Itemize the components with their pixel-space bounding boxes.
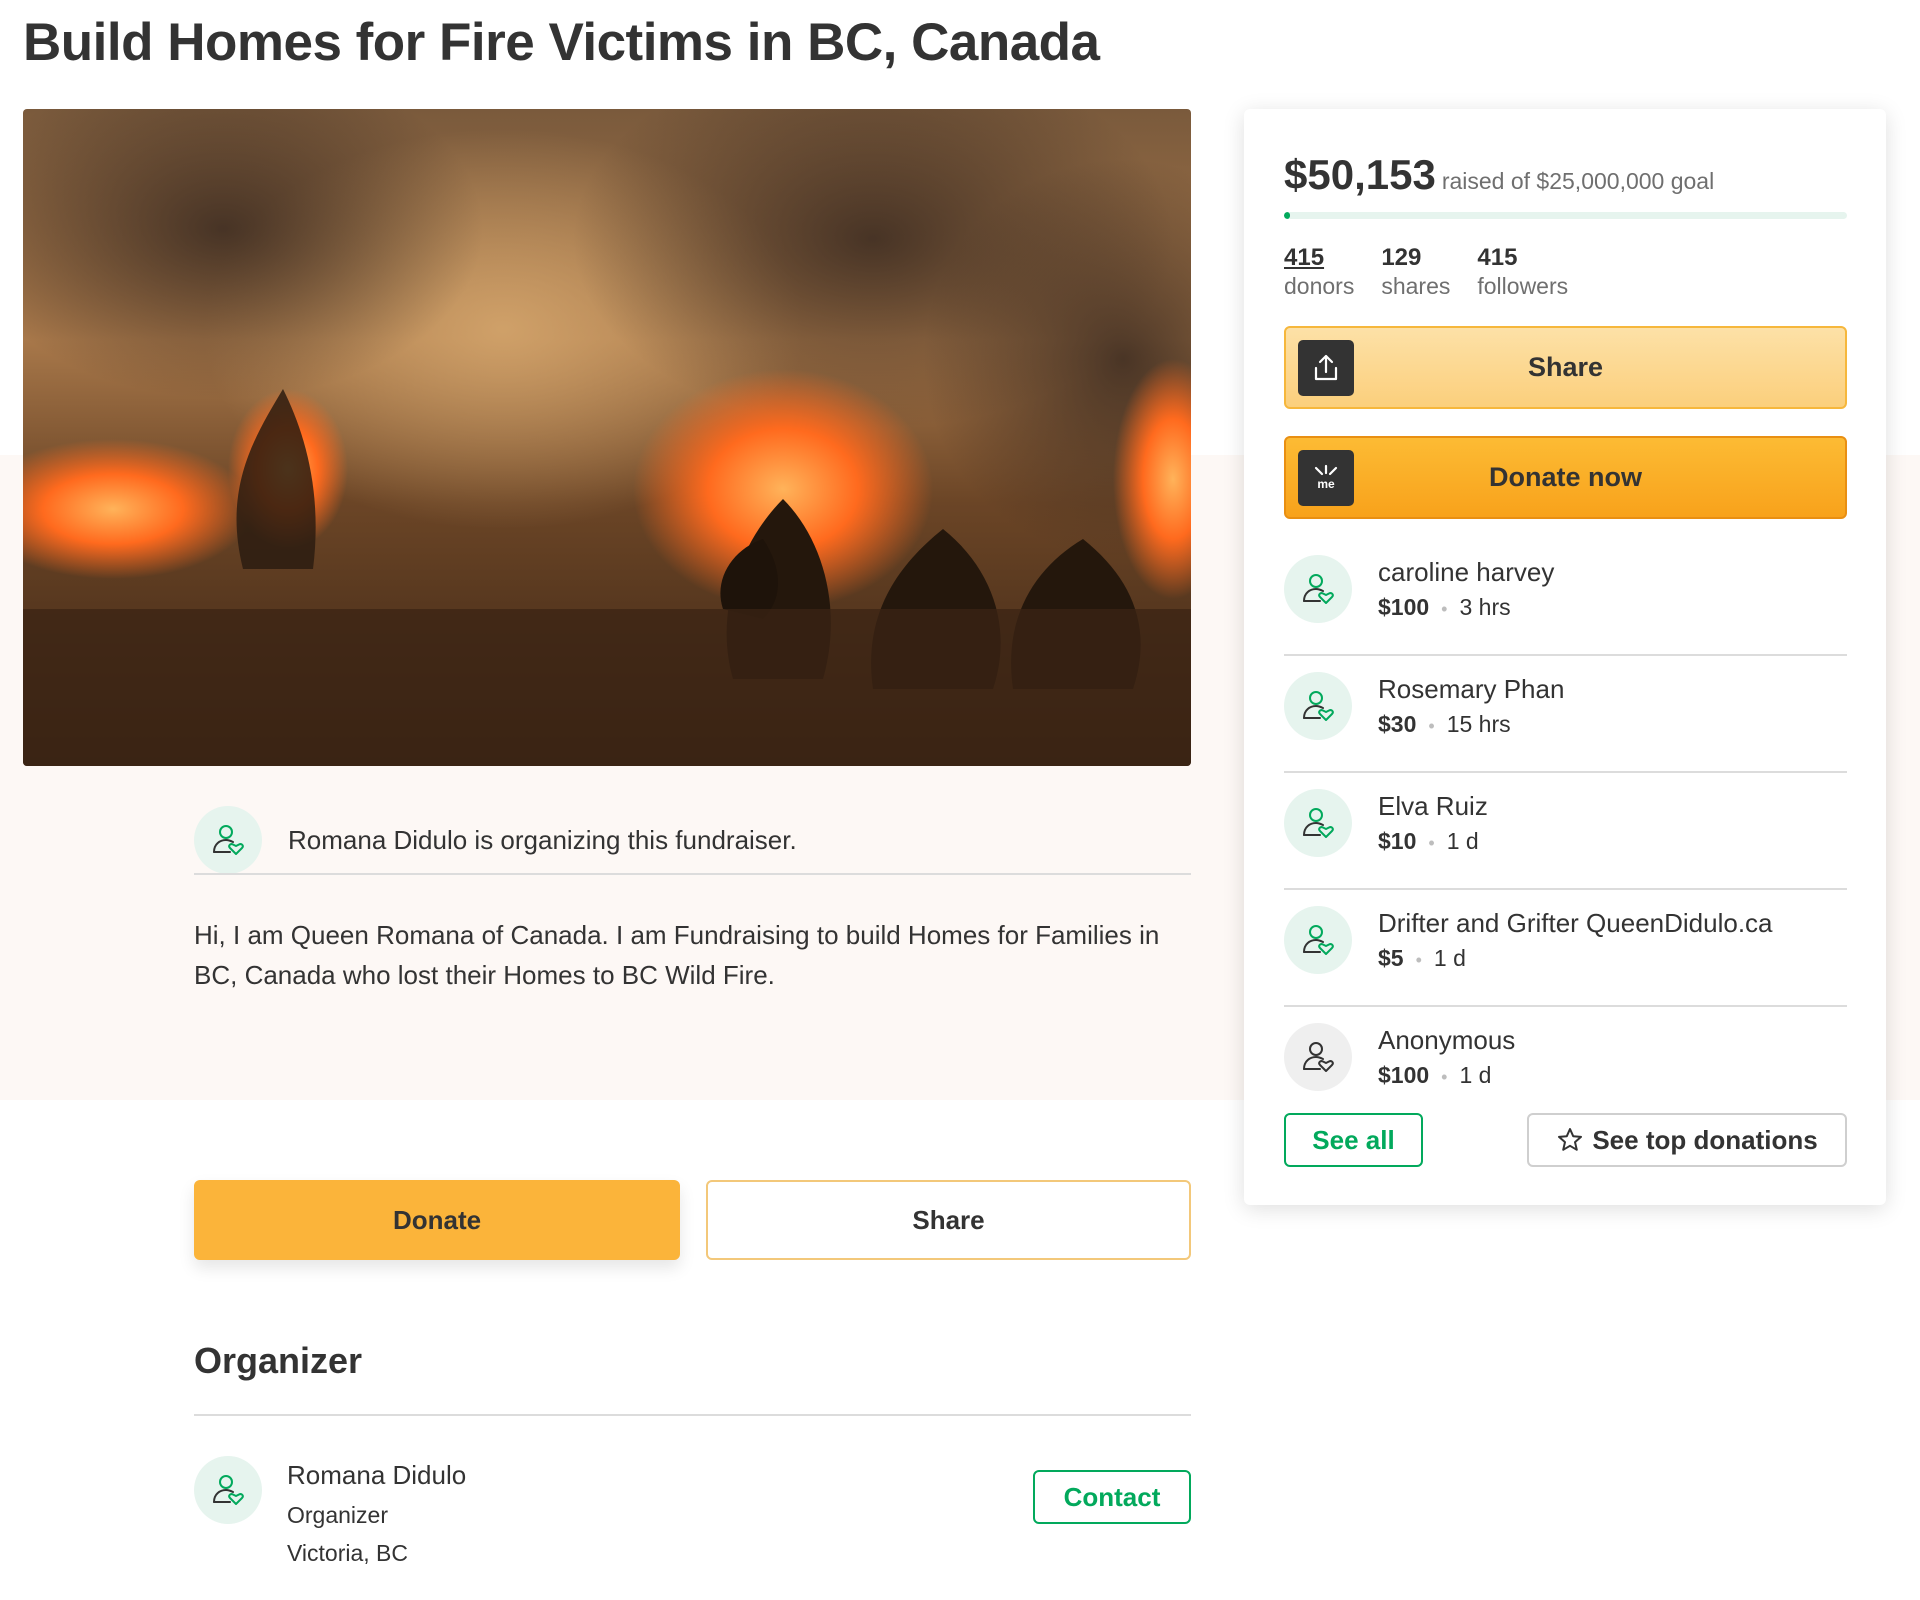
donor-name: Anonymous: [1378, 1025, 1516, 1055]
person-heart-icon: [1303, 1042, 1334, 1072]
organizer-location: Victoria, BC: [287, 1540, 409, 1566]
see-top-donations-button[interactable]: See top donations: [1527, 1113, 1847, 1167]
donation-item: caroline harvey $100 • 3 hrs: [1284, 539, 1847, 656]
donation-sidebar: $50,153 raised of $25,000,000 goal 415 do…: [1244, 109, 1886, 1205]
progress-bar: [1284, 212, 1847, 219]
donation-amount: $5: [1378, 945, 1404, 971]
donation-meta: $100 • 3 hrs: [1378, 594, 1511, 621]
donor-name: Rosemary Phan: [1378, 674, 1565, 704]
separator-dot: •: [1428, 716, 1435, 736]
donation-amount: $100: [1378, 594, 1430, 620]
donation-meta: $100 • 1 d: [1378, 1062, 1491, 1089]
donor-avatar: [1284, 555, 1352, 623]
organizer-avatar: [194, 1456, 262, 1524]
donation-meta: $30 • 15 hrs: [1378, 711, 1511, 738]
organizer-name: Romana Didulo: [287, 1460, 467, 1490]
donation-meta: $10 • 1 d: [1378, 828, 1479, 855]
stat-number: 415: [1284, 244, 1325, 271]
gofundme-logo-icon: me: [1298, 450, 1354, 506]
donor-avatar: [1284, 1023, 1352, 1091]
sidebar-share-button[interactable]: Share: [1284, 326, 1847, 409]
star-outline-icon: [1558, 1128, 1583, 1151]
donation-amount: $30: [1378, 711, 1417, 737]
separator-dot: •: [1415, 950, 1422, 970]
donation-time: 1 d: [1446, 828, 1479, 854]
donation-time: 1 d: [1433, 945, 1466, 971]
raised-amount: $50,153: [1284, 151, 1436, 198]
donation-item: Rosemary Phan $30 • 15 hrs: [1284, 656, 1847, 773]
person-heart-icon: [1303, 925, 1334, 955]
person-heart-icon: [1303, 808, 1334, 838]
donation-item: Anonymous $100 • 1 d: [1284, 1007, 1847, 1124]
donation-item: Drifter and Grifter QueenDidulo.ca $5 • 1 …: [1284, 890, 1847, 1007]
donate-now-button[interactable]: me Donate now: [1284, 436, 1847, 519]
stat-donors[interactable]: 415 donors: [1284, 244, 1354, 300]
donate-button[interactable]: Donate: [194, 1180, 680, 1260]
hero-image: [23, 109, 1191, 766]
donation-time: 3 hrs: [1459, 594, 1511, 620]
sidebar-share-label: Share: [1527, 352, 1604, 382]
stat-label: donors: [1284, 273, 1355, 299]
donation-item: Elva Ruiz $10 • 1 d: [1284, 773, 1847, 890]
raised-goal-text: raised of $25,000,000 goal: [1441, 168, 1715, 194]
see-top-donations-label: See top donations: [1592, 1124, 1818, 1155]
recent-donations-list: caroline harvey $100 • 3 hrs Rosemary Phan…: [1284, 539, 1847, 1124]
donor-name: Elva Ruiz: [1378, 791, 1488, 821]
donation-amount: $10: [1378, 828, 1417, 854]
person-heart-icon: [213, 1475, 244, 1505]
svg-text:me: me: [1317, 477, 1335, 491]
person-heart-icon: [1303, 574, 1334, 604]
donation-time: 1 d: [1459, 1062, 1492, 1088]
person-heart-icon: [1303, 691, 1334, 721]
separator-dot: •: [1441, 1067, 1448, 1087]
stat-label: shares: [1381, 273, 1451, 299]
organizer-role: Organizer: [287, 1502, 388, 1528]
donor-avatar: [1284, 789, 1352, 857]
upload-share-icon: [1298, 340, 1354, 396]
share-button[interactable]: Share: [706, 1180, 1191, 1260]
contact-button[interactable]: Contact: [1033, 1470, 1191, 1524]
donation-amount: $100: [1378, 1062, 1430, 1088]
stats-row: 415 donors 129 shares 415 followers: [1284, 244, 1595, 300]
page-title: Build Homes for Fire Victims in BC, Cana…: [23, 13, 1100, 72]
donor-name: Drifter and Grifter QueenDidulo.ca: [1378, 908, 1773, 938]
donation-time: 15 hrs: [1446, 711, 1511, 737]
organizer-heading: Organizer: [194, 1340, 363, 1381]
organizer-avatar: [194, 806, 262, 874]
stat-number: 415: [1477, 244, 1518, 271]
donate-now-label: Donate now: [1489, 462, 1642, 492]
see-all-button[interactable]: See all: [1284, 1113, 1423, 1167]
donation-meta: $5 • 1 d: [1378, 945, 1466, 972]
stat-label: followers: [1477, 273, 1569, 299]
separator-dot: •: [1428, 833, 1435, 853]
donor-avatar: [1284, 672, 1352, 740]
stat-shares: 129 shares: [1381, 244, 1450, 300]
fundraiser-story: Hi, I am Queen Romana of Canada. I am Fu…: [194, 920, 1160, 990]
divider: [194, 1414, 1191, 1416]
raised-summary: $50,153 raised of $25,000,000 goal: [1284, 151, 1714, 199]
stat-number: 129: [1381, 244, 1422, 271]
donor-name: caroline harvey: [1378, 557, 1555, 587]
divider: [194, 873, 1191, 875]
progress-fill: [1284, 212, 1290, 219]
organizing-text: Romana Didulo is organizing this fundrai…: [288, 824, 797, 855]
organizing-notice: Romana Didulo is organizing this fundrai…: [194, 806, 1191, 874]
donor-avatar: [1284, 906, 1352, 974]
person-heart-icon: [213, 825, 244, 855]
separator-dot: •: [1441, 599, 1448, 619]
stat-followers: 415 followers: [1477, 244, 1568, 300]
